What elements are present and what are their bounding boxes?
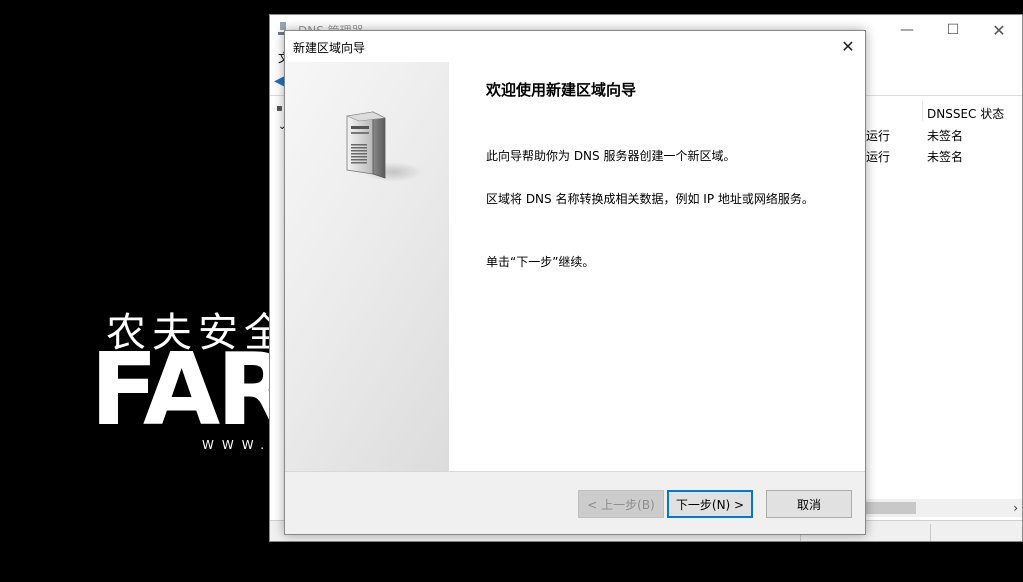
maximize-button[interactable]: ☐ bbox=[930, 15, 976, 45]
tree-node-icon[interactable]: ▪ bbox=[276, 103, 283, 114]
wizard-body: 欢迎使用新建区域向导 此向导帮助你为 DNS 服务器创建一个新区域。 区域将 D… bbox=[285, 62, 865, 471]
list-row[interactable]: 运行 未签名 bbox=[850, 146, 1022, 166]
next-button[interactable]: 下一步(N) > bbox=[667, 490, 753, 518]
zone-list: DNSSEC 状态 运行 未签名 运行 未签名 bbox=[850, 97, 1022, 497]
wizard-paragraph-3: 单击“下一步”继续。 bbox=[486, 255, 595, 269]
chevron-right-icon[interactable]: › bbox=[1013, 501, 1018, 515]
horizontal-scrollbar[interactable]: › bbox=[850, 499, 1022, 517]
new-zone-wizard-dialog: 新建区域向导 ✕ 欢迎使用新建区域向导 此向导帮助你为 DNS 服务器创建一个新… bbox=[284, 30, 866, 535]
dialog-close-button[interactable]: ✕ bbox=[831, 31, 865, 62]
minimize-button[interactable]: — bbox=[884, 15, 930, 45]
cancel-button[interactable]: 取消 bbox=[766, 490, 852, 518]
row-status: 运行 bbox=[866, 129, 891, 143]
dialog-title: 新建区域向导 bbox=[293, 41, 366, 55]
row-dnssec: 未签名 bbox=[927, 150, 964, 164]
column-divider bbox=[922, 101, 923, 121]
back-button[interactable]: < 上一步(B) bbox=[578, 490, 664, 518]
wizard-footer: < 上一步(B) 下一步(N) > 取消 bbox=[285, 472, 865, 534]
server-icon bbox=[345, 111, 387, 179]
row-dnssec: 未签名 bbox=[927, 129, 964, 143]
wizard-paragraph-2: 区域将 DNS 名称转换成相关数据，例如 IP 地址或网络服务。 bbox=[486, 192, 814, 206]
row-status: 运行 bbox=[866, 150, 891, 164]
wizard-banner bbox=[285, 62, 449, 471]
list-row[interactable]: 运行 未签名 bbox=[850, 125, 1022, 145]
status-divider bbox=[930, 524, 931, 541]
wizard-paragraph-1: 此向导帮助你为 DNS 服务器创建一个新区域。 bbox=[486, 149, 736, 163]
close-button[interactable]: ✕ bbox=[976, 15, 1022, 45]
column-header-dnssec[interactable]: DNSSEC 状态 bbox=[927, 105, 1004, 122]
dialog-title-bar: 新建区域向导 ✕ bbox=[285, 31, 865, 62]
wizard-heading: 欢迎使用新建区域向导 bbox=[486, 81, 637, 99]
